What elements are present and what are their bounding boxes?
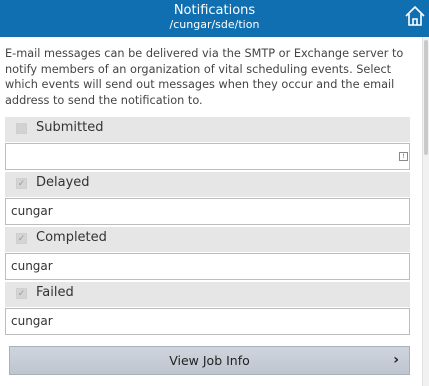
view-job-info-label: View Job Info: [169, 353, 250, 368]
event-row-completed: ✓ Completed: [5, 227, 410, 252]
header-bar: Notifications /cungar/sde/tion: [0, 0, 429, 37]
submitted-label: Submitted: [36, 120, 104, 135]
home-icon[interactable]: [404, 5, 426, 27]
completed-email-field[interactable]: cungar: [5, 253, 410, 280]
event-row-submitted: Submitted: [5, 117, 410, 142]
event-row-failed: ✓ Failed: [5, 282, 410, 307]
completed-label: Completed: [36, 230, 107, 245]
failed-checkbox[interactable]: ✓: [16, 288, 27, 299]
chevron-right-icon: ›: [393, 352, 399, 368]
page-title: Notifications: [173, 3, 256, 18]
delayed-checkbox[interactable]: ✓: [16, 178, 27, 189]
description-text: E-mail messages can be delivered via the…: [5, 47, 404, 107]
submitted-checkbox[interactable]: [16, 123, 27, 134]
field-menu-icon[interactable]: !: [399, 152, 408, 161]
event-row-delayed: ✓ Delayed: [5, 172, 410, 197]
delayed-email-field[interactable]: cungar: [5, 198, 410, 225]
failed-label: Failed: [36, 285, 74, 300]
delayed-label: Delayed: [36, 175, 90, 190]
page-subtitle: /cungar/sde/tion: [169, 18, 260, 31]
scrollbar-thumb[interactable]: [424, 40, 428, 155]
failed-email-field[interactable]: cungar: [5, 308, 410, 335]
submitted-email-field[interactable]: [5, 143, 410, 170]
completed-checkbox[interactable]: ✓: [16, 233, 27, 244]
view-job-info-button[interactable]: View Job Info ›: [9, 346, 410, 375]
